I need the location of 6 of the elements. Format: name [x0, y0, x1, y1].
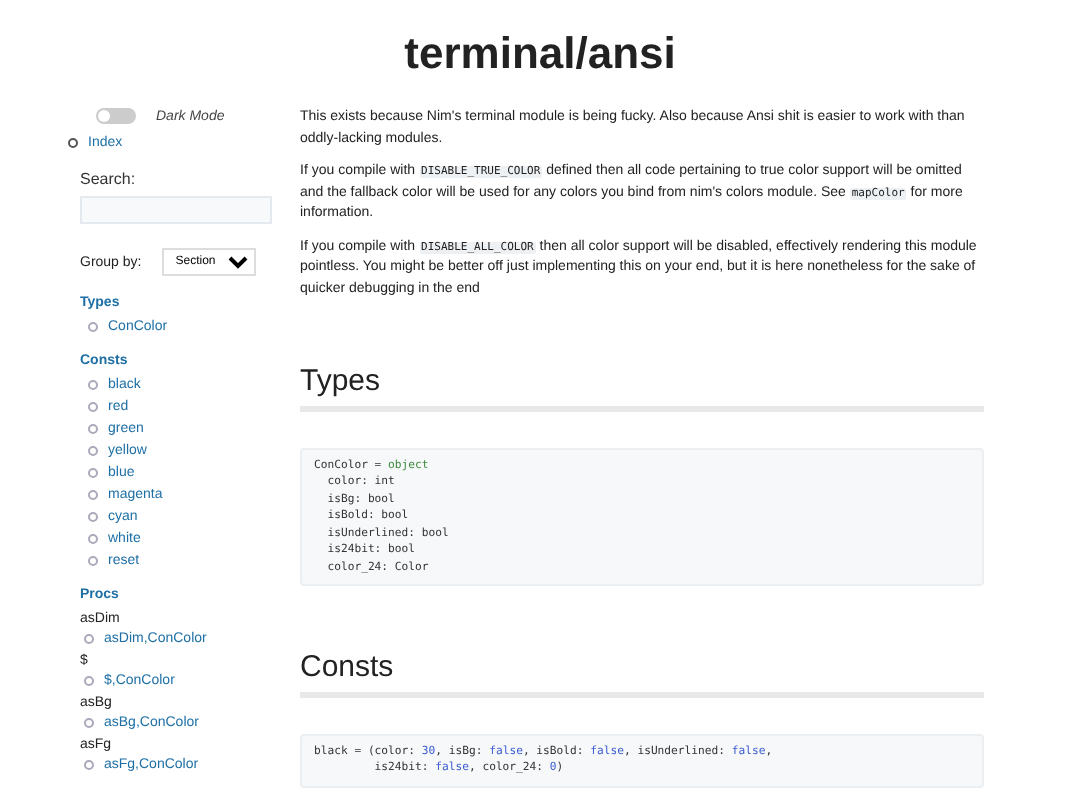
page-title: terminal/ansi [402, 26, 678, 82]
section-heading: Consts [300, 658, 396, 688]
section-heading: Types [300, 372, 383, 402]
search-label: Search: [80, 170, 138, 188]
dark-mode-toggle[interactable] [96, 108, 136, 124]
search-field[interactable] [80, 196, 272, 224]
